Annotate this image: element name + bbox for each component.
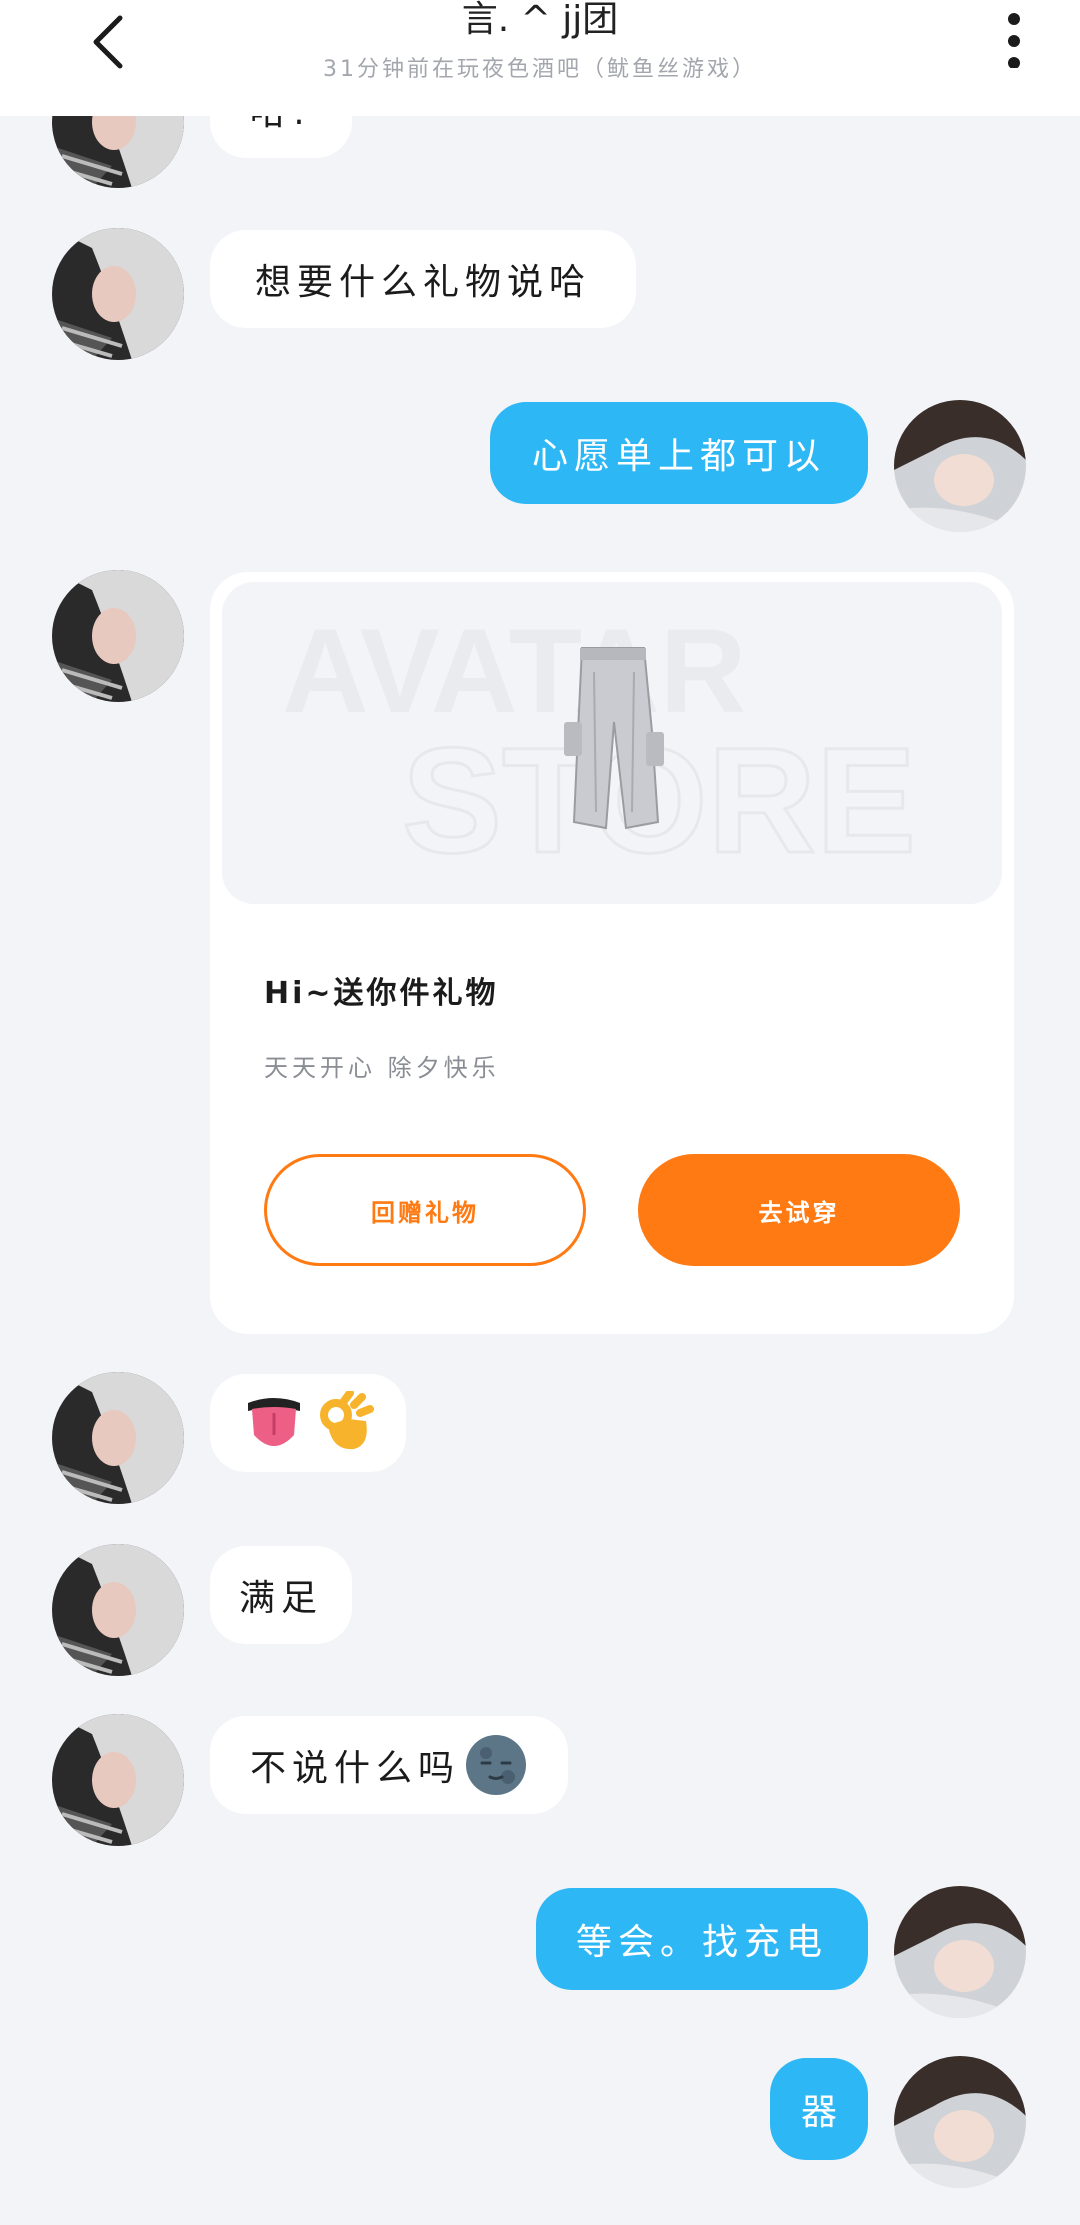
- message-bubble-incoming: 不说什么吗: [210, 1716, 568, 1814]
- return-gift-button[interactable]: 回赠礼物: [264, 1154, 586, 1266]
- contact-avatar[interactable]: [52, 570, 184, 702]
- message-bubble-outgoing: 器: [770, 2058, 868, 2160]
- more-vertical-icon: [1008, 13, 1020, 68]
- try-on-button[interactable]: 去试穿: [638, 1154, 960, 1266]
- message-bubble-incoming: 满足: [210, 1546, 352, 1644]
- ok-hand-emoji-icon: [320, 1391, 374, 1450]
- presence-status: 31分钟前在玩夜色酒吧（鱿鱼丝游戏）: [323, 57, 757, 82]
- gift-card[interactable]: AVATAR STORE Hi~送你件礼物 天天开心 除夕快乐 回赠礼物 去试穿: [210, 572, 1014, 1334]
- gift-image[interactable]: AVATAR STORE: [222, 582, 1002, 904]
- more-options-button[interactable]: [984, 4, 1044, 72]
- message-bubble-outgoing: 等会。找充电: [536, 1888, 868, 1990]
- my-avatar[interactable]: [894, 400, 1026, 532]
- message-bubble-outgoing: 心愿单上都可以: [490, 402, 868, 504]
- gift-title: Hi~送你件礼物: [264, 976, 499, 1011]
- my-avatar[interactable]: [894, 1886, 1026, 2018]
- contact-avatar[interactable]: [52, 1544, 184, 1676]
- new-moon-face-emoji-icon: [466, 1735, 526, 1795]
- chat-header: 言. ^ jj团 31分钟前在玩夜色酒吧（鱿鱼丝游戏）: [0, 0, 1080, 116]
- gift-message: 天天开心 除夕快乐: [264, 1054, 500, 1082]
- chat-title: 言. ^ jj团: [461, 0, 619, 40]
- contact-avatar[interactable]: [52, 1714, 184, 1846]
- tongue-emoji-icon: [248, 1398, 300, 1446]
- message-bubble-incoming: [210, 1374, 406, 1472]
- contact-avatar[interactable]: [52, 228, 184, 360]
- my-avatar[interactable]: [894, 2056, 1026, 2188]
- contact-avatar[interactable]: [52, 1372, 184, 1504]
- message-bubble-incoming: 想要什么礼物说哈: [210, 230, 636, 328]
